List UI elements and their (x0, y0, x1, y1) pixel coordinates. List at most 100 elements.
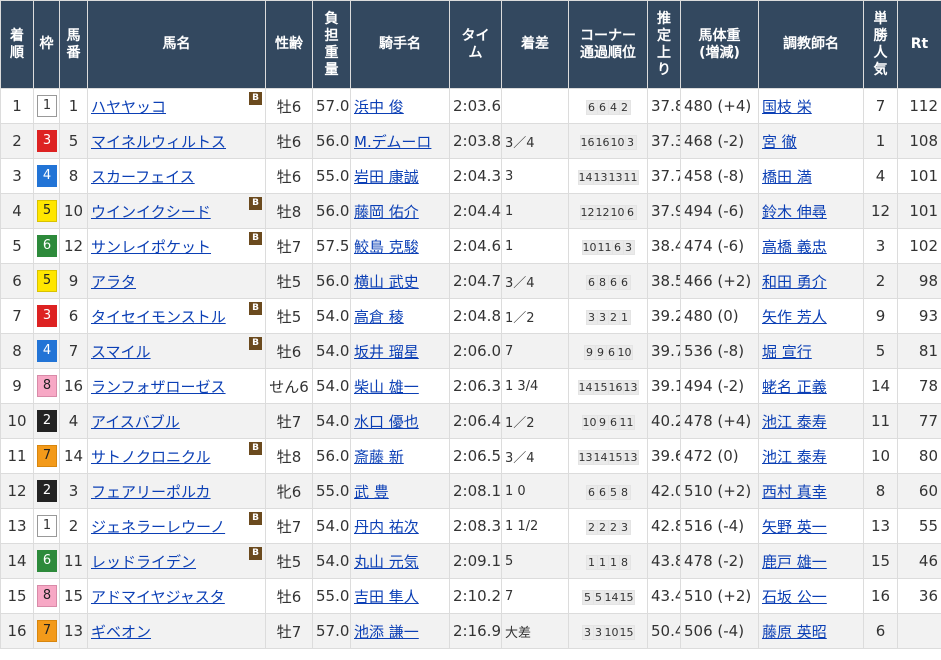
waku-cell: 7 (33, 613, 60, 649)
jockey-link[interactable]: 坂井 瑠星 (354, 343, 419, 361)
trainer-cell: 堀 宣行 (758, 333, 864, 369)
trainer-link[interactable]: 和田 勇介 (762, 273, 827, 291)
trainer-link[interactable]: 藤原 英昭 (762, 623, 827, 641)
col-header-rating: Rt (897, 0, 941, 89)
jockey-link[interactable]: 吉田 隼人 (354, 588, 419, 606)
trainer-link[interactable]: 矢野 英一 (762, 518, 827, 536)
weight-cell: 55.0 (312, 158, 351, 194)
corner-position: 15 (619, 591, 634, 604)
col-header-jockey: 騎手名 (350, 0, 450, 89)
trainer-link[interactable]: 西村 真幸 (762, 483, 827, 501)
horse-name-link[interactable]: ハヤヤッコ (91, 98, 166, 116)
horse-name-link[interactable]: マイネルウィルトス (91, 133, 226, 151)
waku-badge: 8 (37, 585, 57, 607)
body-weight-cell: 480 (0) (680, 298, 759, 334)
trainer-link[interactable]: 橋田 満 (762, 168, 812, 186)
jockey-link[interactable]: 柴山 雄一 (354, 378, 419, 396)
body-weight-cell: 536 (-8) (680, 333, 759, 369)
horse-name-link[interactable]: アイスバブル (91, 413, 180, 431)
horse-name-link[interactable]: スマイル (91, 343, 151, 361)
jockey-cell: 岩田 康誠 (350, 158, 450, 194)
waku-badge: 2 (37, 410, 57, 432)
trainer-link[interactable]: 蛯名 正義 (762, 378, 827, 396)
jockey-link[interactable]: 丸山 元気 (354, 553, 419, 571)
trainer-link[interactable]: 宮 徹 (762, 133, 797, 151)
horse-name-link[interactable]: ウインイクシード (91, 203, 211, 221)
horse-name-link[interactable]: レッドライデン (91, 553, 196, 571)
corner-cell: 2223 (568, 508, 648, 544)
jockey-link[interactable]: 岩田 康誠 (354, 168, 419, 186)
trainer-link[interactable]: 池江 泰寿 (762, 448, 827, 466)
col-header-last-3f: 推 定 上 り (647, 0, 681, 89)
jockey-link[interactable]: 横山 武史 (354, 273, 419, 291)
weight-cell: 55.0 (312, 473, 351, 509)
trainer-link[interactable]: 堀 宣行 (762, 343, 812, 361)
jockey-link[interactable]: 高倉 稜 (354, 308, 404, 326)
last-3f-cell: 43.8 (647, 543, 681, 579)
jockey-link[interactable]: 鮫島 克駿 (354, 238, 419, 256)
corner-position: 3 (597, 311, 608, 324)
horse-name-link[interactable]: サンレイポケット (91, 238, 211, 256)
body-weight-cell: 474 (-6) (680, 228, 759, 264)
trainer-link[interactable]: 鈴木 伸尋 (762, 203, 827, 221)
rank-cell: 4 (0, 193, 34, 229)
horse-name-link[interactable]: アラタ (91, 273, 136, 291)
margin-cell: 1 (501, 193, 569, 229)
corner-position: 3 (593, 626, 604, 639)
jockey-link[interactable]: 池添 謙一 (354, 623, 419, 641)
table-row: 111ハヤヤッコB牡657.0浜中 俊2:03.6664237.8480 (+4… (0, 88, 941, 124)
corner-order: 16 16 10 3 (579, 135, 637, 150)
waku-badge: 8 (37, 375, 57, 397)
horse-name-link[interactable]: アドマイヤジャスタ (91, 588, 225, 606)
trainer-cell: 矢作 芳人 (758, 298, 864, 334)
jockey-link[interactable]: 斎藤 新 (354, 448, 404, 466)
table-row: 659アラタ牡556.0横山 武史2:04.73／4686638.5466 (+… (0, 263, 941, 299)
waku-cell: 1 (33, 508, 60, 544)
weight-cell: 56.0 (312, 438, 351, 474)
trainer-link[interactable]: 国枝 栄 (762, 98, 812, 116)
jockey-link[interactable]: 水口 優也 (354, 413, 419, 431)
margin-cell: 3 (501, 158, 569, 194)
waku-badge: 6 (37, 235, 57, 257)
trainer-cell: 池江 泰寿 (758, 438, 864, 474)
horse-name-link[interactable]: ジェネラーレウーノ (91, 518, 225, 536)
corner-cell: 10 11 6 3 (568, 228, 648, 264)
trainer-link[interactable]: 池江 泰寿 (762, 413, 827, 431)
blinker-icon: B (249, 547, 262, 560)
corner-position: 13 (578, 451, 593, 464)
corner-position: 10 (582, 416, 597, 429)
popularity-cell: 16 (863, 578, 898, 614)
jockey-link[interactable]: M.デムーロ (354, 133, 431, 151)
sex-age-cell: 牡6 (265, 578, 313, 614)
popularity-cell: 12 (863, 193, 898, 229)
trainer-cell: 池江 泰寿 (758, 403, 864, 439)
trainer-link[interactable]: 矢作 芳人 (762, 308, 827, 326)
horse-name-link[interactable]: ランフォザローゼス (91, 378, 226, 396)
umaban-cell: 5 (59, 123, 88, 159)
trainer-link[interactable]: 鹿戸 雄一 (762, 553, 827, 571)
horse-name-link[interactable]: サトノクロニクル (91, 448, 211, 466)
horse-name-link[interactable]: ギベオン (91, 623, 151, 641)
corner-position: 2 (619, 101, 630, 114)
trainer-link[interactable]: 高橋 義忠 (762, 238, 827, 256)
horse-name-link[interactable]: タイセイモンストル (91, 308, 226, 326)
jockey-link[interactable]: 武 豊 (354, 483, 389, 501)
corner-position: 3 (619, 521, 630, 534)
jockey-link[interactable]: 浜中 俊 (354, 98, 404, 116)
jockey-link[interactable]: 丹内 祐次 (354, 518, 419, 536)
corner-position: 6 (586, 101, 597, 114)
horse-name-link[interactable]: スカーフェイス (91, 168, 195, 186)
rating-cell: 81 (897, 333, 941, 369)
jockey-link[interactable]: 藤岡 佑介 (354, 203, 419, 221)
weight-cell: 54.0 (312, 333, 351, 369)
waku-cell: 4 (33, 333, 60, 369)
corner-position: 6 (608, 276, 619, 289)
time-cell: 2:03.6 (449, 88, 502, 124)
trainer-cell: 高橋 義忠 (758, 228, 864, 264)
horse-name-cell: スマイル B (87, 333, 266, 369)
trainer-link[interactable]: 石坂 公一 (762, 588, 827, 606)
margin-cell: 5 (501, 543, 569, 579)
table-row: 2 3 5 マイネルウィルトス 牡6 56.0 M.デムーロ 2:03.8 3／4 16 16 10 3… (0, 123, 941, 159)
corner-position: 10 (610, 136, 625, 149)
horse-name-link[interactable]: フェアリーポルカ (91, 483, 211, 501)
